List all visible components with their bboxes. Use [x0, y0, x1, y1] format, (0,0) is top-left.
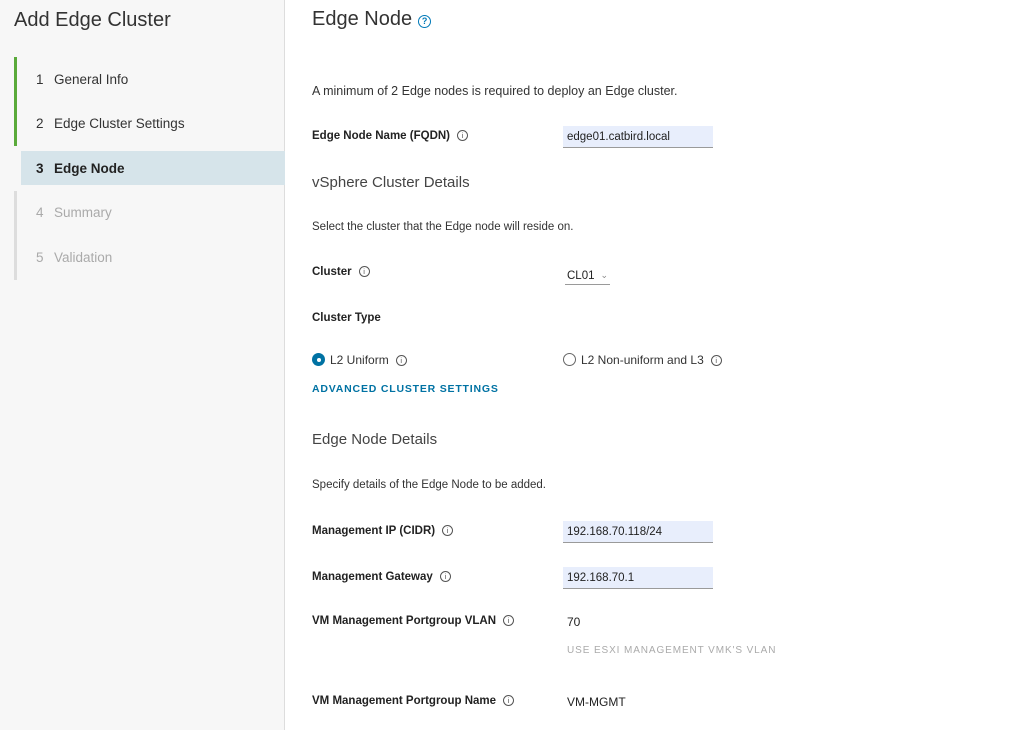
step-progress-bar [14, 235, 17, 280]
step-number: 2 [36, 116, 44, 132]
step-progress-bar [14, 146, 17, 191]
details-description: Specify details of the Edge Node to be a… [312, 479, 546, 491]
vsphere-section-heading: vSphere Cluster Details [312, 174, 470, 191]
mgmt-gateway-label-text: Management Gateway [312, 571, 433, 583]
step-label: Validation [54, 249, 113, 265]
edge-node-name-label-text: Edge Node Name (FQDN) [312, 130, 451, 142]
cluster-select[interactable]: CL01 ⌄ [565, 265, 611, 285]
page-title: Edge Node? [312, 8, 432, 31]
cluster-type-label: Cluster Type [312, 312, 381, 324]
step-edge-node[interactable]: 3 Edge Node [14, 146, 285, 191]
radio-selected-icon[interactable] [312, 353, 325, 366]
wizard-steps: 1 General Info 2 Edge Cluster Settings 3… [14, 57, 285, 280]
step-general-info[interactable]: 1 General Info [14, 57, 285, 102]
advanced-cluster-settings-link[interactable]: ADVANCED CLUSTER SETTINGS [312, 383, 499, 395]
info-circle-icon[interactable]: i [395, 355, 407, 366]
wizard-sidebar: Add Edge Cluster 1 General Info 2 Edge C… [0, 0, 285, 730]
radio-unselected-icon[interactable] [563, 353, 576, 366]
mgmt-ip-label: Management IP (CIDR) i [312, 525, 454, 537]
info-circle-icon[interactable]: i [503, 615, 515, 626]
edge-node-name-label: Edge Node Name (FQDN) i [312, 130, 469, 142]
info-circle-icon[interactable]: i [442, 525, 454, 536]
mgmt-gateway-input[interactable] [563, 567, 713, 589]
info-circle-icon[interactable]: i [439, 571, 451, 582]
portgroup-name-label: VM Management Portgroup Name i [312, 695, 515, 707]
mgmt-gateway-label: Management Gateway i [312, 571, 451, 583]
step-progress-bar [14, 190, 17, 235]
vlan-hint: USE ESXI MANAGEMENT VMK'S VLAN [567, 645, 777, 656]
page-title-text: Edge Node [312, 8, 413, 30]
edge-node-name-input[interactable] [563, 126, 713, 148]
step-summary: 4 Summary [14, 190, 285, 235]
step-validation: 5 Validation [14, 235, 285, 280]
mgmt-ip-input[interactable] [563, 521, 713, 543]
chevron-down-icon: ⌄ [600, 270, 609, 280]
step-label: Edge Node [54, 160, 125, 176]
cluster-label: Cluster i [312, 266, 370, 278]
radio-l2-uniform-label: L2 Uniform [330, 353, 389, 367]
step-progress-bar [14, 101, 17, 146]
portgroup-name-label-text: VM Management Portgroup Name [312, 695, 497, 707]
vlan-label: VM Management Portgroup VLAN i [312, 615, 515, 627]
cluster-label-text: Cluster [312, 266, 352, 278]
step-label: Edge Cluster Settings [54, 116, 185, 132]
info-circle-icon[interactable]: i [358, 266, 370, 277]
info-circle-icon[interactable]: i [503, 695, 515, 706]
intro-text: A minimum of 2 Edge nodes is required to… [312, 84, 678, 98]
step-number: 1 [36, 71, 44, 87]
cluster-select-value: CL01 [567, 269, 595, 282]
step-number: 5 [36, 249, 44, 265]
info-circle-icon[interactable]: i [457, 130, 469, 141]
radio-l2-nonuniform-label: L2 Non-uniform and L3 [581, 353, 704, 367]
step-number: 4 [36, 205, 44, 221]
help-circle-icon[interactable]: ? [418, 15, 432, 28]
wizard-title: Add Edge Cluster [14, 9, 171, 31]
vlan-label-text: VM Management Portgroup VLAN [312, 615, 497, 627]
portgroup-name-value[interactable]: VM-MGMT [567, 695, 626, 709]
details-section-heading: Edge Node Details [312, 431, 438, 448]
step-number: 3 [36, 160, 44, 176]
radio-l2-uniform[interactable]: L2 Uniform i [312, 353, 407, 367]
step-progress-bar [14, 57, 17, 102]
radio-l2-nonuniform[interactable]: L2 Non-uniform and L3 i [563, 353, 722, 367]
mgmt-ip-label-text: Management IP (CIDR) [312, 525, 436, 537]
vlan-value[interactable]: 70 [567, 615, 580, 629]
step-edge-cluster-settings[interactable]: 2 Edge Cluster Settings [14, 101, 285, 146]
info-circle-icon[interactable]: i [710, 355, 722, 366]
vsphere-description: Select the cluster that the Edge node wi… [312, 221, 574, 233]
step-label: General Info [54, 71, 129, 87]
step-label: Summary [54, 205, 112, 221]
